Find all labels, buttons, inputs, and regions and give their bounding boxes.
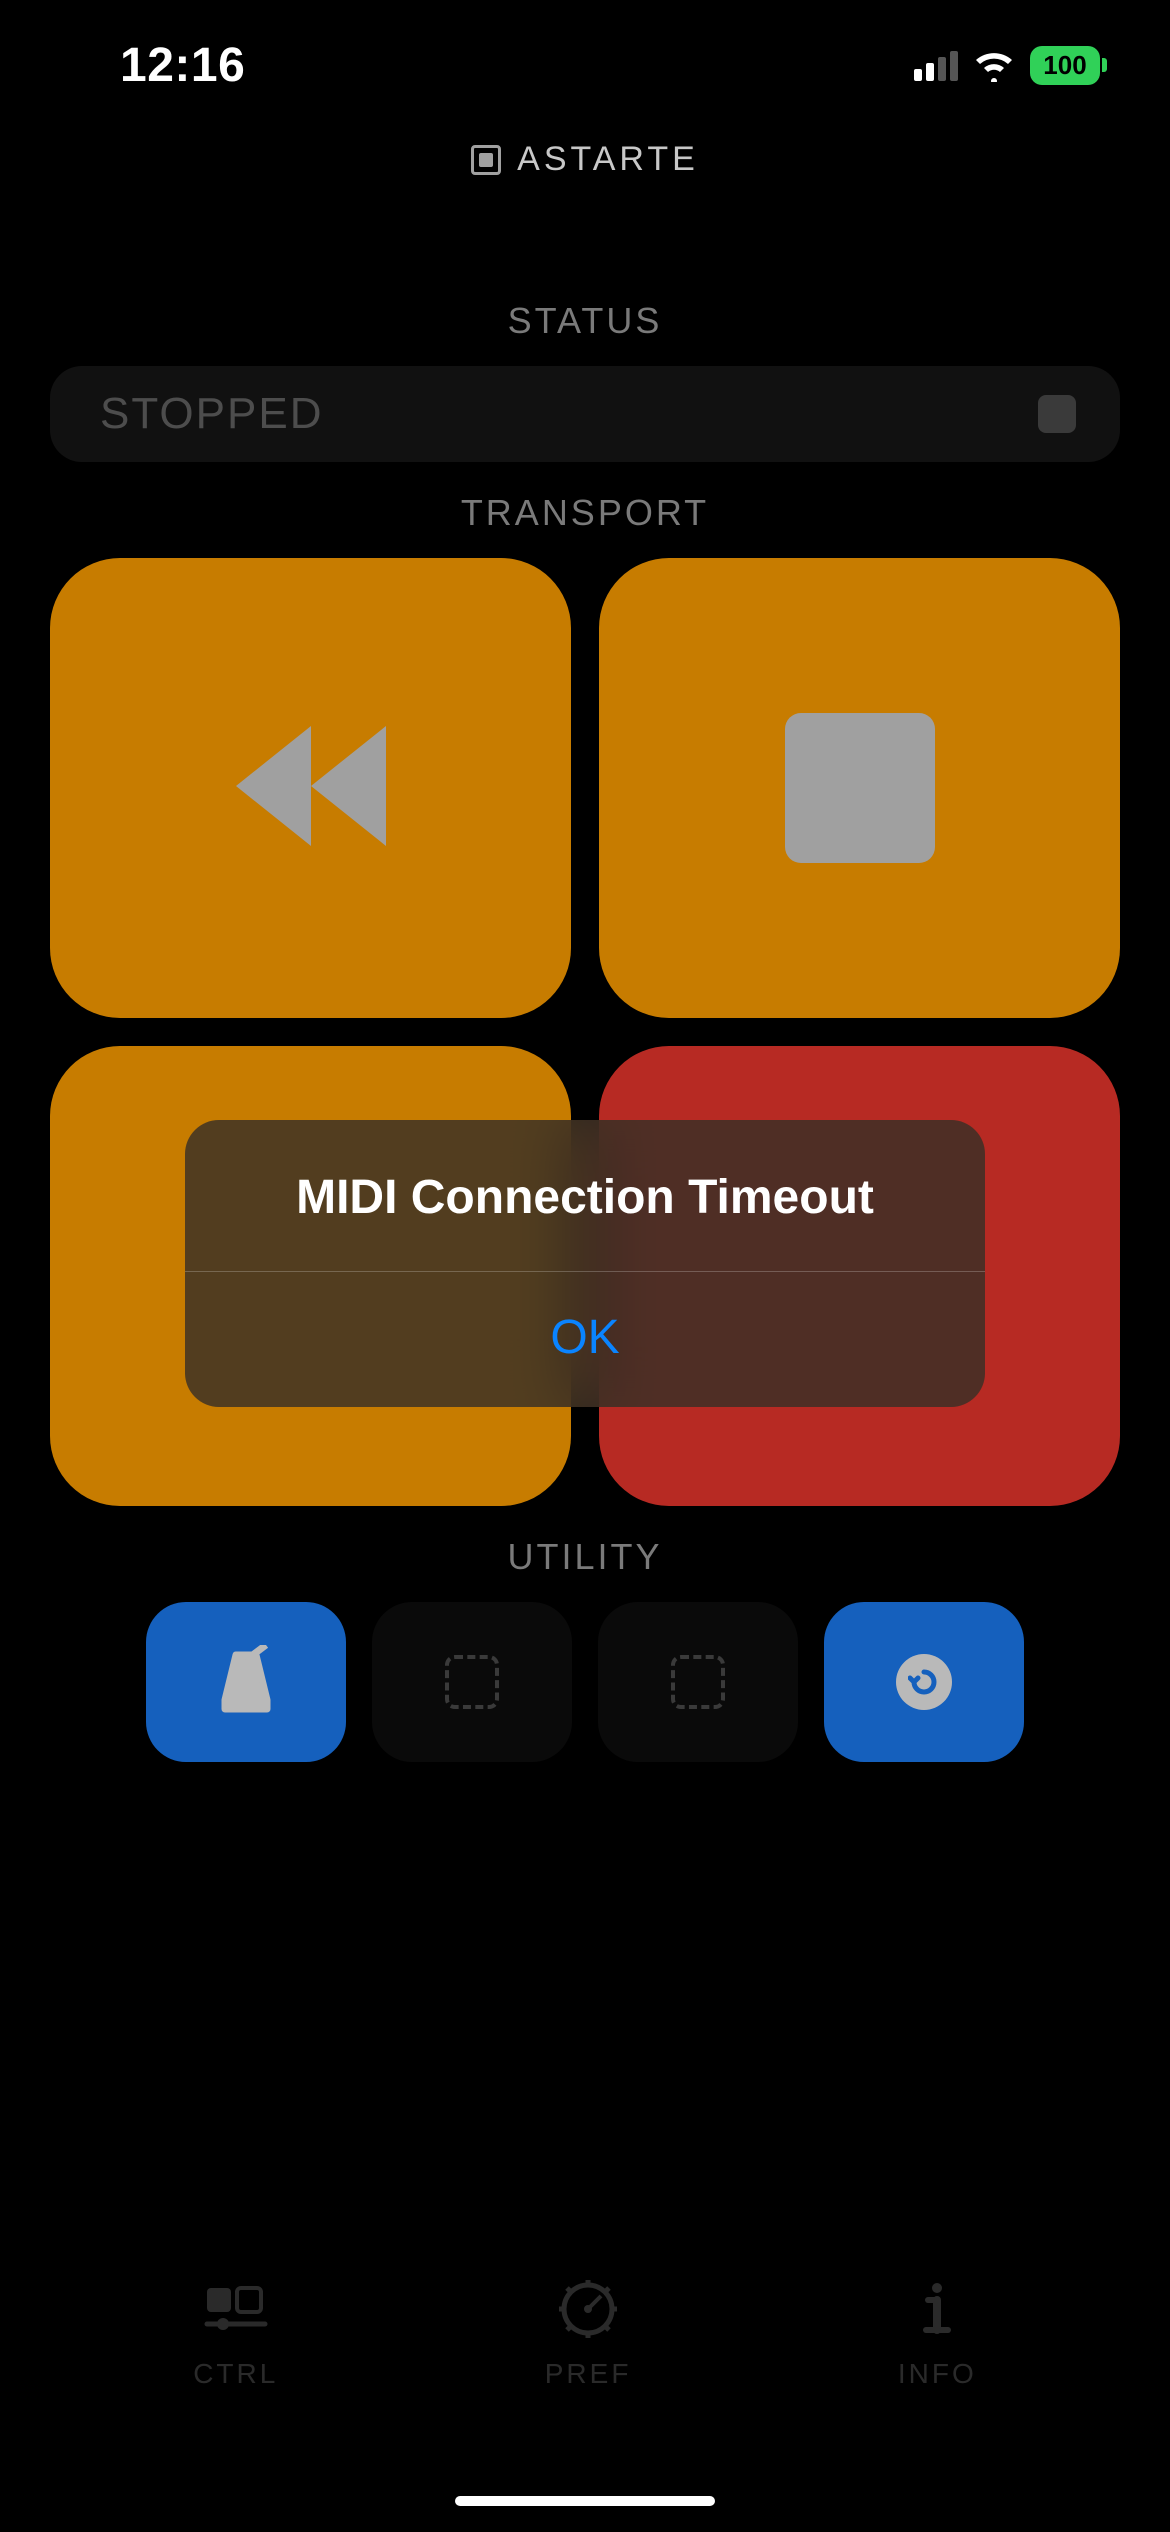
empty-slot-icon	[445, 1655, 499, 1709]
app-title-row: ASTARTE	[0, 140, 1170, 179]
app-logo-icon	[471, 145, 501, 175]
utility-row	[50, 1602, 1120, 1762]
transport-grid	[50, 558, 1120, 1506]
empty-slot-icon	[671, 1655, 725, 1709]
metronome-button[interactable]	[146, 1602, 346, 1762]
status-value: STOPPED	[100, 389, 323, 439]
tab-pref-label: PREF	[545, 2358, 632, 2390]
ctrl-icon	[201, 2274, 271, 2344]
utility-slot-2-button[interactable]	[598, 1602, 798, 1762]
home-indicator[interactable]	[455, 2496, 715, 2506]
tab-ctrl[interactable]: CTRL	[193, 2274, 278, 2390]
status-indicators: 100	[914, 46, 1100, 85]
app-title: ASTARTE	[517, 140, 699, 179]
tab-bar: CTRL PREF INFO	[0, 2232, 1170, 2432]
status-time: 12:16	[120, 38, 245, 93]
cellular-icon	[914, 49, 958, 81]
stop-icon	[1038, 395, 1076, 433]
status-pill: STOPPED	[50, 366, 1120, 462]
utility-slot-1-button[interactable]	[372, 1602, 572, 1762]
main-content: STATUS STOPPED TRANSPORT UTILITY	[50, 270, 1120, 1762]
wifi-icon	[972, 48, 1016, 82]
stop-button[interactable]	[599, 558, 1120, 1018]
undo-button[interactable]	[824, 1602, 1024, 1762]
rewind-icon	[216, 706, 406, 871]
metronome-icon	[211, 1645, 281, 1720]
battery-indicator: 100	[1030, 46, 1100, 85]
stop-icon	[785, 713, 935, 863]
status-section-label: STATUS	[50, 300, 1120, 342]
transport-section-label: TRANSPORT	[50, 492, 1120, 534]
status-bar: 12:16 100	[0, 0, 1170, 130]
record-button[interactable]	[599, 1046, 1120, 1506]
play-button[interactable]	[50, 1046, 571, 1506]
utility-section-label: UTILITY	[50, 1536, 1120, 1578]
rewind-button[interactable]	[50, 558, 571, 1018]
info-icon	[902, 2274, 972, 2344]
tab-info[interactable]: INFO	[898, 2274, 977, 2390]
tab-info-label: INFO	[898, 2358, 977, 2390]
tab-pref[interactable]: PREF	[545, 2274, 632, 2390]
undo-icon	[896, 1654, 952, 1710]
tab-ctrl-label: CTRL	[193, 2358, 278, 2390]
pref-icon	[553, 2274, 623, 2344]
